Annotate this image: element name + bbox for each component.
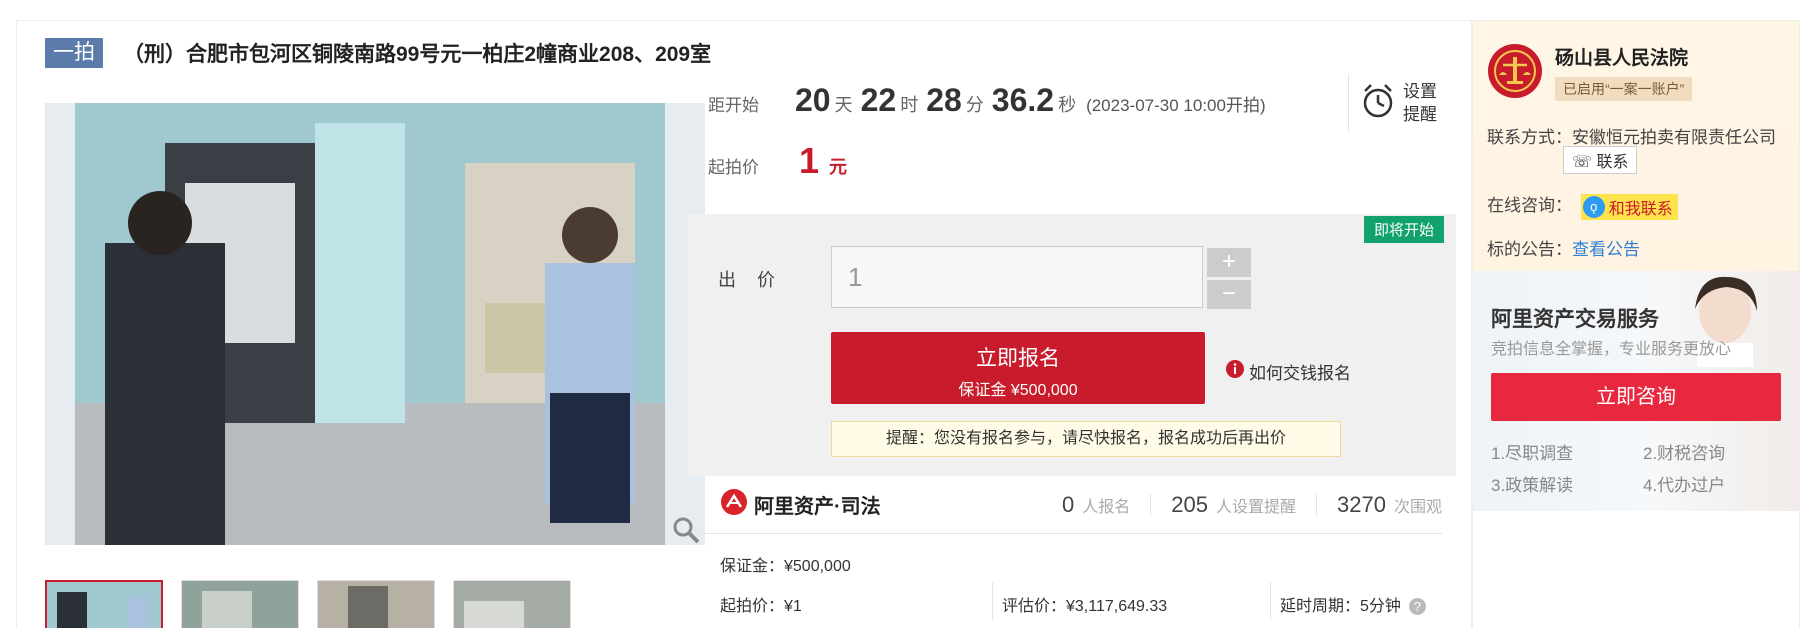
signup-button[interactable]: 立即报名 保证金 ¥500,000 [831,332,1205,404]
phone-icon: ☏ [1572,154,1593,171]
thumbnail[interactable] [453,580,571,628]
notice-label: 标的公告： [1487,240,1572,259]
contact-value: 安徽恒元拍卖有限责任公司 [1572,128,1776,147]
reminder-line1: 设置 [1403,82,1437,101]
page-title: （刑）合肥市包河区铜陵南路99号元一柏庄2幢商业208、209室 [123,43,712,66]
contact-button-label: 联系 [1596,154,1629,171]
signup-count: 0 [1062,492,1075,517]
service-item[interactable]: 1.尽职调查 [1491,439,1573,464]
signup-warning: 提醒：您没有报名参与，请尽快报名，报名成功后再出价 [831,421,1341,457]
contact-button[interactable]: ☏ 联系 [1563,146,1638,174]
countdown-days-unit: 天 [834,95,853,115]
status-badge: 即将开始 [1363,216,1444,243]
consult-button-label: 和我联系 [1608,200,1673,218]
consult-row: 在线咨询： ǫ 和我联系 [1487,191,1678,220]
reminder-count: 205 [1171,492,1209,517]
set-reminder-button[interactable]: 设置 提醒 [1348,74,1458,132]
brand-name: 阿里资产·司法 [754,496,881,518]
auction-start-time: (2023-07-30 10:00开拍) [1086,96,1266,115]
ad-title: 阿里资产交易服务 [1491,308,1659,331]
help-icon[interactable]: ? [1408,598,1426,616]
countdown-seconds: 36.2 [991,82,1055,118]
court-sidebar: 砀山县人民法院 已启用“一案一账户” 联系方式：安徽恒元拍卖有限责任公司 ☏ 联… [1472,20,1800,628]
delay-fact: 延时周期：5分钟? [1280,592,1426,616]
service-item[interactable]: 3.政策解读 [1491,471,1573,496]
court-account-tag: 已启用“一案一账户” [1555,77,1693,101]
countdown-minutes: 28 [926,82,962,118]
thumbnail[interactable] [45,580,163,628]
thumbnail[interactable] [317,580,435,628]
auction-round-tag: 一拍 [45,38,103,68]
contact-row: 联系方式：安徽恒元拍卖有限责任公司 [1487,123,1776,148]
zoom-icon[interactable] [671,515,701,545]
signup-deposit-label: 保证金 ¥500,000 [958,382,1078,399]
how-to-pay-link[interactable]: 如何交钱报名 [1225,359,1351,384]
contact-label: 联系方式： [1487,128,1572,147]
chat-icon: ǫ [1582,195,1605,218]
main-photo[interactable] [45,103,705,545]
countdown-label: 距开始 [708,96,759,115]
countdown: 距开始 20 天 22 时 28 分 36.2 秒 (2023-07-30 10… [708,82,1266,140]
property-photo [45,103,705,545]
decrease-button[interactable]: − [1207,280,1251,309]
view-count: 3270 [1337,492,1386,517]
signup-count-label: 人报名 [1082,499,1131,516]
service-item[interactable]: 2.财税咨询 [1643,439,1725,464]
countdown-seconds-unit: 秒 [1058,95,1077,115]
brand: 阿里资产·司法 [720,488,881,521]
bid-panel: 即将开始 出 价 1 + − 立即报名 保证金 ¥500,000 如何交钱报名 … [688,214,1456,476]
appraisal-fact: 评估价：¥3,117,649.33 [1002,598,1168,615]
consult-button[interactable]: ǫ 和我联系 [1580,193,1678,220]
court-info: 砀山县人民法院 已启用“一案一账户” 联系方式：安徽恒元拍卖有限责任公司 ☏ 联… [1473,21,1799,279]
ad-subtitle: 竞拍信息全掌握，专业服务更放心 [1491,341,1732,358]
bid-label: 出 价 [718,270,784,290]
notice-row: 标的公告：查看公告 [1487,235,1640,260]
consult-now-button[interactable]: 立即咨询 [1491,373,1781,421]
countdown-minutes-unit: 分 [965,95,984,115]
delay-fact-text: 延时周期：5分钟 [1280,598,1401,615]
service-item[interactable]: 4.代办过户 [1643,471,1725,496]
service-ad: 阿里资产交易服务 竞拍信息全掌握，专业服务更放心 立即咨询 1.尽职调查 2.财… [1473,271,1799,511]
bid-stepper: + − [1207,248,1251,312]
start-price-unit: 元 [829,157,848,177]
alarm-clock-icon [1361,82,1395,125]
set-reminder-label: 设置 提醒 [1403,80,1437,126]
bid-amount-input[interactable]: 1 [831,246,1203,308]
view-notice-link[interactable]: 查看公告 [1572,240,1640,259]
start-price-label: 起拍价 [708,158,759,177]
start-price-row: 起拍价 1 元 [708,140,847,192]
increase-button[interactable]: + [1207,248,1251,277]
reminder-count-label: 人设置提醒 [1216,499,1297,516]
deposit-fact: 保证金：¥500,000 [720,558,851,575]
countdown-hours: 22 [860,82,897,118]
court-name: 砀山县人民法院 [1555,48,1689,69]
info-icon [1225,359,1245,384]
signup-button-label: 立即报名 [976,347,1060,370]
thumbnail-strip [45,580,589,628]
reminder-line2: 提醒 [1403,105,1437,124]
view-count-label: 次围观 [1393,499,1442,516]
how-to-pay-label: 如何交钱报名 [1249,364,1351,383]
court-emblem-icon [1487,43,1543,99]
start-price-value: 1 [799,140,820,181]
countdown-hours-unit: 时 [900,95,919,115]
auction-title-row: 一拍 （刑）合肥市包河区铜陵南路99号元一柏庄2幢商业208、209室 [45,38,711,68]
thumbnail[interactable] [181,580,299,628]
stats-row: 阿里资产·司法 0 人报名 205 人设置提醒 3270 次围观 [700,486,1442,534]
start-price-fact: 起拍价：¥1 [720,598,802,615]
ali-asset-logo-icon [720,488,748,521]
consult-label: 在线咨询： [1487,196,1572,215]
auction-stats: 0 人报名 205 人设置提醒 3270 次围观 [1062,492,1442,518]
countdown-days: 20 [795,82,831,118]
